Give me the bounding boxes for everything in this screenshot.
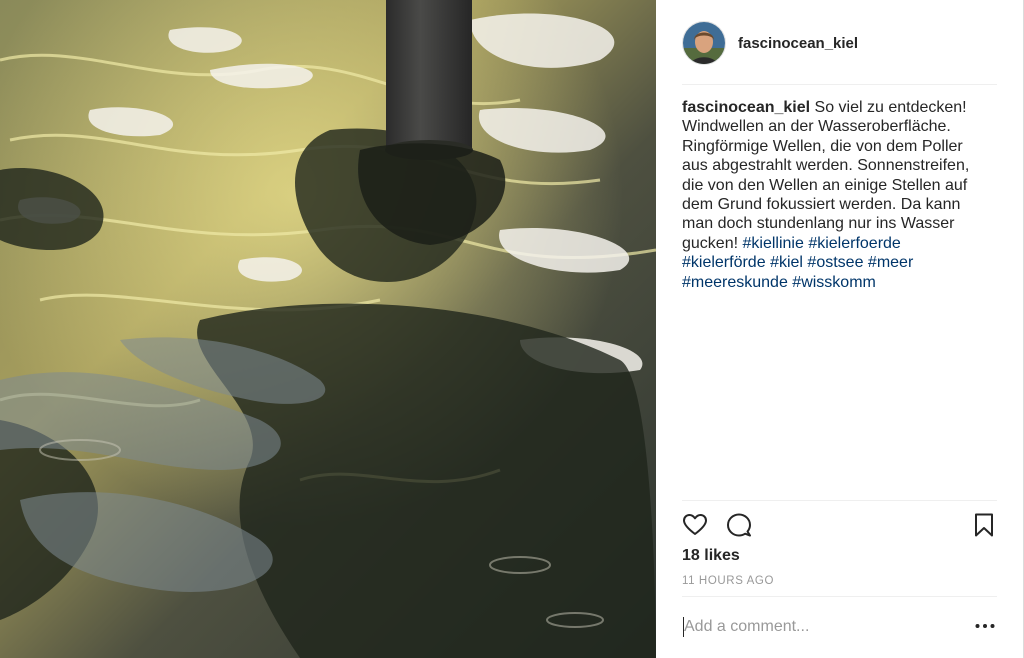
comment-divider: [682, 596, 997, 597]
hashtag-link[interactable]: #kiel: [770, 254, 803, 271]
post-header: fascinocean_kiel: [682, 20, 997, 66]
hashtag-link[interactable]: #ostsee: [807, 254, 863, 271]
post-photo[interactable]: [0, 0, 656, 658]
actions-divider: [682, 500, 997, 501]
post-author-username[interactable]: fascinocean_kiel: [738, 35, 858, 52]
likes-count[interactable]: 18 likes: [682, 547, 740, 565]
post-sidebar: fascinocean_kiel fascinocean_kiel So vie…: [656, 0, 1024, 658]
post-timestamp[interactable]: 11 HOURS AGO: [682, 575, 774, 587]
hashtag-link[interactable]: #kielerfoerde: [808, 235, 901, 252]
hashtag-link[interactable]: #meereskunde: [682, 274, 788, 291]
header-divider: [682, 84, 997, 85]
hashtag-link[interactable]: #kielerförde: [682, 254, 766, 271]
post-caption: fascinocean_kiel So viel zu entdecken! W…: [682, 98, 982, 292]
hashtag-link[interactable]: #kiellinie: [743, 235, 804, 252]
comment-bubble-icon[interactable]: [726, 512, 752, 538]
hashtag-link[interactable]: #meer: [868, 254, 913, 271]
post-actions: [682, 508, 997, 542]
caption-text: So viel zu entdecken! Windwellen an der …: [682, 99, 970, 252]
heart-icon[interactable]: [682, 512, 708, 538]
avatar[interactable]: [682, 21, 726, 65]
profile-picture: [683, 22, 725, 64]
comment-box: [682, 608, 997, 648]
more-options-icon[interactable]: [973, 614, 997, 638]
water-photo-image: [0, 0, 656, 658]
add-comment-input[interactable]: [682, 612, 944, 642]
hashtag-link[interactable]: #wisskomm: [792, 274, 876, 291]
bookmark-icon[interactable]: [971, 512, 997, 538]
caption-username[interactable]: fascinocean_kiel: [682, 99, 810, 116]
